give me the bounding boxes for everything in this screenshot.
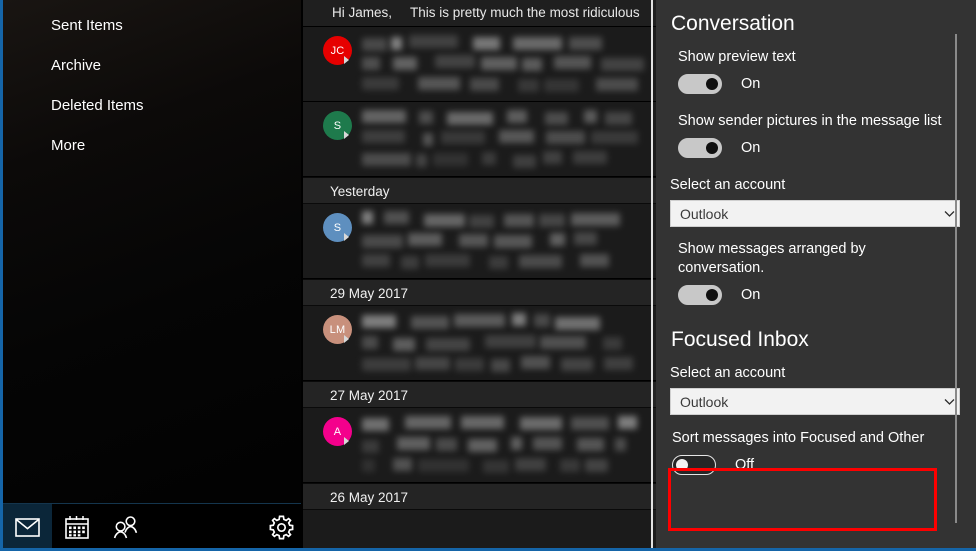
message-preview-strip: Hi James, This is pretty much the most ri… — [303, 0, 656, 27]
message-list-scrollbar[interactable] — [651, 0, 653, 551]
preview-greeting: Hi James, — [332, 5, 393, 20]
conversation-section-title: Conversation — [671, 12, 795, 35]
show-preview-text-state: On — [741, 76, 761, 92]
focused-inbox-account-value: Outlook — [680, 393, 729, 410]
arrange-by-conversation-label: Show messages arranged by conversation. — [678, 241, 866, 276]
focused-inbox-section-title: Focused Inbox — [671, 328, 809, 351]
message-date-header: 29 May 2017 — [303, 279, 656, 306]
settings-panel-scrollbar[interactable] — [955, 34, 957, 523]
sort-messages-state: Off — [735, 457, 755, 473]
sidebar-item-sent-items[interactable]: Sent Items — [3, 6, 303, 46]
nav-mail-button[interactable] — [3, 504, 52, 551]
show-sender-pictures-toggle[interactable] — [678, 138, 722, 158]
conversation-expander-icon[interactable] — [344, 131, 349, 139]
message-list-item[interactable]: JC — [303, 27, 656, 102]
outlook-mail-window: Sent Items Archive Deleted Items More Hi… — [0, 0, 976, 551]
sort-messages-toggle[interactable] — [672, 455, 716, 475]
message-list-item[interactable]: S — [303, 102, 656, 177]
toggle-knob — [706, 289, 718, 301]
nav-settings-button[interactable] — [257, 504, 303, 551]
arrange-by-conversation-row: On — [656, 278, 976, 309]
gear-icon — [269, 515, 294, 540]
mail-icon — [15, 518, 40, 537]
message-rows-container: JC S Yesterday S 29 May 2017 LM 27 May 2017 A 26… — [303, 27, 656, 510]
focused-inbox-account-select[interactable]: Outlook — [670, 388, 960, 415]
focused-inbox-account-label: Select an account — [670, 365, 786, 381]
toggle-knob — [706, 142, 718, 154]
redacted-message-content — [362, 106, 650, 172]
show-sender-pictures-label: Show sender pictures in the message list — [678, 113, 942, 129]
settings-panel: Conversation Show preview text On Show s… — [656, 0, 976, 551]
message-list-item[interactable]: LM — [303, 306, 656, 381]
redacted-message-content — [362, 208, 650, 274]
conversation-account-select[interactable]: Outlook — [670, 200, 960, 227]
people-icon — [112, 516, 139, 539]
message-date-header: 26 May 2017 — [303, 483, 656, 510]
sidebar-item-more[interactable]: More — [3, 126, 303, 166]
show-sender-pictures-row: On — [656, 131, 976, 162]
nav-calendar-button[interactable] — [52, 504, 101, 551]
show-preview-text-row: On — [656, 67, 976, 98]
calendar-icon — [64, 516, 89, 539]
show-preview-text-label: Show preview text — [678, 49, 796, 65]
folder-sidebar: Sent Items Archive Deleted Items More — [0, 0, 303, 551]
message-date-header: 27 May 2017 — [303, 381, 656, 408]
toggle-knob — [706, 78, 718, 90]
redacted-message-content — [362, 31, 650, 97]
redacted-message-content — [362, 310, 650, 376]
conversation-account-label: Select an account — [670, 177, 786, 193]
sort-messages-label: Sort messages into Focused and Other — [672, 430, 925, 446]
conversation-expander-icon[interactable] — [344, 233, 349, 241]
message-list[interactable]: Hi James, This is pretty much the most ri… — [303, 0, 656, 551]
show-preview-text-toggle[interactable] — [678, 74, 722, 94]
nav-people-button[interactable] — [101, 504, 150, 551]
sort-messages-row: Off — [656, 448, 976, 479]
conversation-expander-icon[interactable] — [344, 56, 349, 64]
bottom-navigation-bar — [3, 503, 303, 551]
conversation-account-value: Outlook — [680, 205, 729, 222]
message-list-item[interactable]: A — [303, 408, 656, 483]
message-list-item[interactable]: S — [303, 204, 656, 279]
redacted-message-content — [362, 412, 650, 478]
arrange-by-conversation-toggle[interactable] — [678, 285, 722, 305]
sidebar-item-archive[interactable]: Archive — [3, 46, 303, 86]
preview-snippet: This is pretty much the most ridiculous — [410, 5, 640, 20]
toggle-knob — [676, 459, 688, 471]
conversation-expander-icon[interactable] — [344, 437, 349, 445]
message-date-header: Yesterday — [303, 177, 656, 204]
show-sender-pictures-state: On — [741, 140, 761, 156]
conversation-expander-icon[interactable] — [344, 335, 349, 343]
sidebar-item-deleted-items[interactable]: Deleted Items — [3, 86, 303, 126]
arrange-by-conversation-state: On — [741, 287, 761, 303]
folder-list: Sent Items Archive Deleted Items More — [3, 6, 303, 166]
